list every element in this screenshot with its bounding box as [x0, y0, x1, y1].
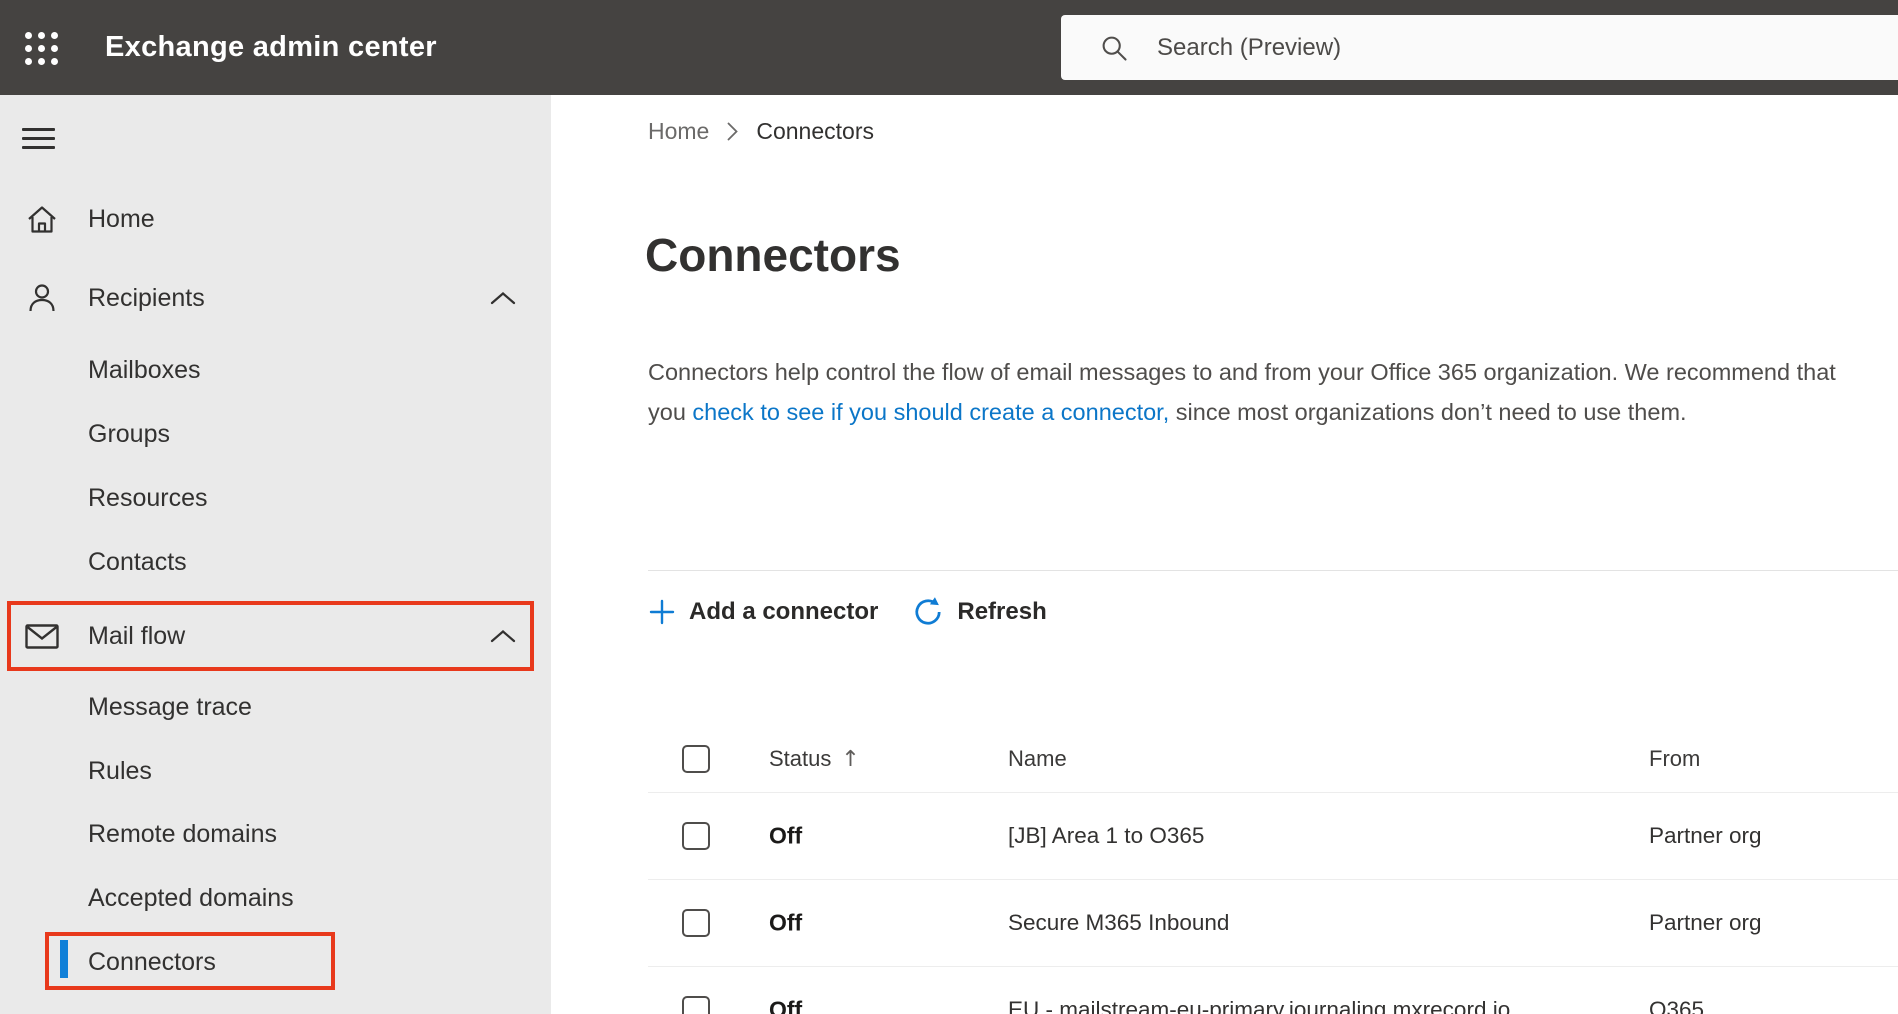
sidebar-item-mailboxes[interactable]: Mailboxes [0, 338, 551, 402]
home-icon [24, 203, 60, 235]
column-header-status[interactable]: Status ↑ [769, 746, 860, 772]
row-checkbox[interactable] [682, 996, 710, 1014]
breadcrumb-home-link[interactable]: Home [648, 118, 709, 145]
chevron-up-icon[interactable] [490, 291, 516, 306]
sidebar-item-message-trace[interactable]: Message trace [0, 675, 551, 739]
sidebar-item-label: Accepted domains [88, 883, 294, 912]
refresh-icon [912, 596, 944, 628]
connectors-table: Status ↑ Name From Off [JB] Area 1 to O3… [648, 726, 1898, 1014]
create-connector-check-link[interactable]: check to see if you should create a conn… [692, 399, 1169, 425]
sidebar-item-label: Rules [88, 756, 152, 785]
sidebar-item-label: Mailboxes [88, 355, 201, 384]
envelope-icon [24, 623, 60, 649]
sidebar-item-remote-domains[interactable]: Remote domains [0, 802, 551, 866]
sidebar-item-resources[interactable]: Resources [0, 466, 551, 530]
plus-icon [648, 598, 676, 626]
refresh-label: Refresh [957, 598, 1047, 625]
sort-ascending-icon: ↑ [841, 746, 860, 772]
name-cell: EU - mailstream-eu-primary.journaling.mx… [1008, 997, 1511, 1014]
person-icon [24, 281, 60, 315]
chevron-up-icon[interactable] [490, 629, 516, 644]
sidebar-item-groups[interactable]: Groups [0, 402, 551, 466]
name-cell: [JB] Area 1 to O365 [1008, 823, 1205, 848]
add-connector-button[interactable]: Add a connector [648, 598, 878, 626]
sidebar-item-label: Message trace [88, 692, 252, 721]
status-cell: Off [769, 909, 803, 936]
sidebar-item-label: Remote domains [88, 819, 277, 848]
from-cell: Partner org [1649, 823, 1762, 848]
sidebar-item-label: Contacts [88, 547, 187, 576]
table-row[interactable]: Off EU - mailstream-eu-primary.journalin… [648, 967, 1898, 1014]
sidebar-item-accepted-domains[interactable]: Accepted domains [0, 866, 551, 930]
add-connector-label: Add a connector [689, 598, 879, 625]
table-header-row: Status ↑ Name From [648, 726, 1898, 793]
search-icon [1099, 33, 1129, 63]
sidebar-item-label: Home [88, 204, 155, 233]
sidebar-item-label: Connectors [88, 947, 216, 976]
column-header-from[interactable]: From [1649, 746, 1700, 772]
sidebar-item-label: Recipients [88, 283, 205, 312]
sidebar-item-label: Mail flow [88, 621, 186, 650]
status-cell: Off [769, 822, 803, 849]
sidebar-item-label: Groups [88, 419, 170, 448]
sidebar-item-mail-flow[interactable]: Mail flow [0, 604, 551, 668]
top-bar: Exchange admin center [0, 0, 1898, 95]
sidebar-item-recipients[interactable]: Recipients [0, 266, 551, 330]
breadcrumb: Home Connectors [648, 118, 874, 145]
name-cell: Secure M365 Inbound [1008, 910, 1230, 935]
select-all-checkbox[interactable] [682, 745, 710, 773]
chevron-right-icon [726, 121, 739, 142]
sidebar-item-label: Resources [88, 483, 208, 512]
row-checkbox[interactable] [682, 909, 710, 937]
table-row[interactable]: Off Secure M365 Inbound Partner org [648, 880, 1898, 967]
from-cell: Partner org [1649, 910, 1762, 935]
table-row[interactable]: Off [JB] Area 1 to O365 Partner org [648, 793, 1898, 880]
sidebar-item-connectors[interactable]: Connectors [0, 930, 551, 994]
search-input[interactable] [1155, 32, 1779, 63]
exchange-admin-center-screen: Exchange admin center Home Recipients [0, 0, 1898, 1014]
app-launcher-icon[interactable] [20, 28, 62, 68]
description-text: since most organizations don’t need to u… [1169, 399, 1687, 425]
app-title: Exchange admin center [105, 31, 437, 63]
column-header-name[interactable]: Name [1008, 746, 1067, 772]
selected-item-indicator [60, 940, 68, 978]
toolbar-top-divider [648, 570, 1898, 571]
command-bar: Add a connector Refresh [648, 586, 1047, 638]
sidebar-item-rules[interactable]: Rules [0, 739, 551, 803]
refresh-button[interactable]: Refresh [912, 596, 1047, 628]
hamburger-menu-icon[interactable] [22, 128, 55, 149]
status-cell: Off [769, 996, 803, 1014]
breadcrumb-current: Connectors [756, 118, 874, 144]
sidebar-item-home[interactable]: Home [0, 187, 551, 251]
row-checkbox[interactable] [682, 822, 710, 850]
page-description: Connectors help control the flow of emai… [648, 352, 1878, 432]
search-box[interactable] [1061, 15, 1898, 80]
page-title: Connectors [645, 229, 901, 281]
sidebar-nav: Home Recipients Mailboxes Groups Resourc… [0, 95, 551, 1014]
sidebar-item-contacts[interactable]: Contacts [0, 530, 551, 594]
from-cell: O365 [1649, 997, 1705, 1014]
